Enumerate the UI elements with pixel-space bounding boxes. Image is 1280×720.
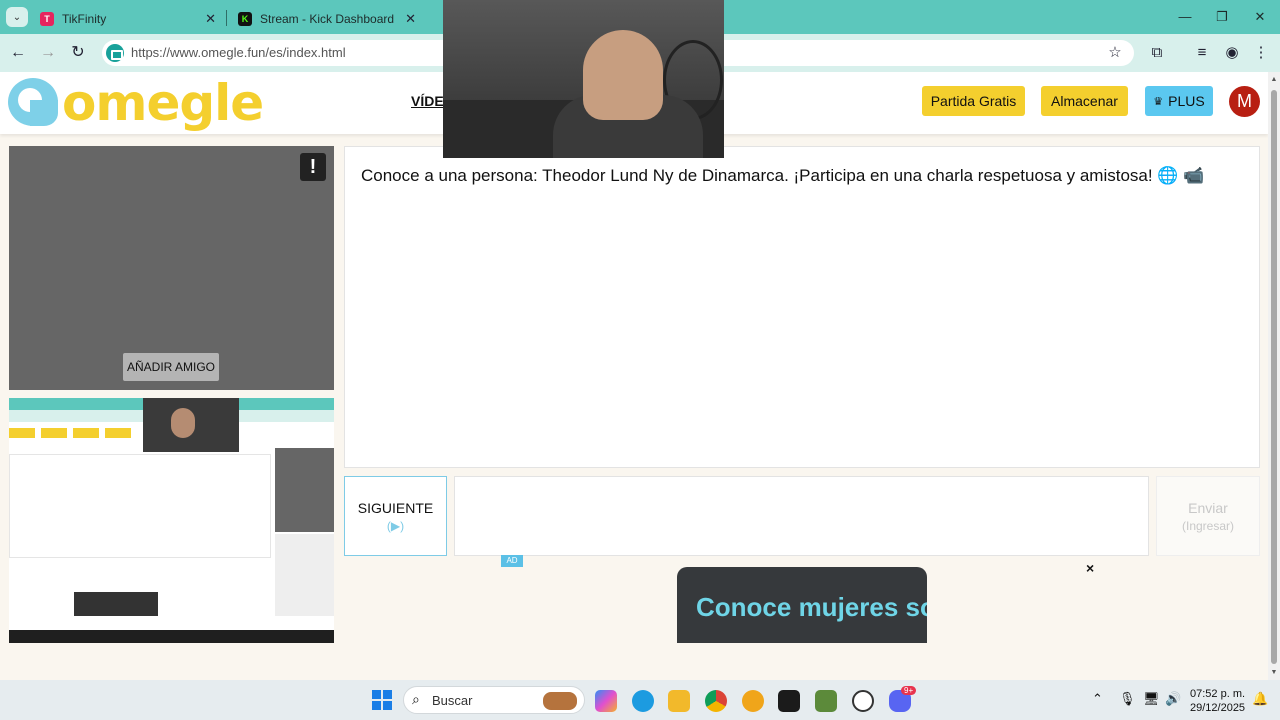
ad-badge: AD	[501, 555, 523, 567]
streamer-webcam-overlay	[443, 0, 724, 158]
back-icon[interactable]: ←	[8, 43, 28, 63]
site-logo[interactable]: omegle	[62, 74, 264, 132]
ad-banner[interactable]: Conoce mujeres solteras	[677, 567, 927, 643]
scroll-down-icon[interactable]: ▼	[1268, 667, 1280, 679]
tab-title: TikFinity	[62, 12, 107, 26]
avatar[interactable]: M	[1229, 86, 1260, 117]
tikfinity-favicon-icon: T	[40, 12, 54, 26]
windows-start-icon[interactable]	[372, 690, 392, 710]
microphone-icon[interactable]: 🎙	[1119, 691, 1136, 707]
tab-search-button[interactable]: ⌄	[6, 7, 28, 27]
send-label: Enviar	[1188, 499, 1228, 516]
next-label: SIGUIENTE	[357, 499, 434, 516]
url-text[interactable]: https://www.omegle.fun/es/index.html	[131, 45, 346, 60]
network-icon[interactable]: 🖥	[1143, 691, 1160, 707]
mirrored-button	[73, 428, 99, 438]
free-game-button[interactable]: Partida Gratis	[922, 86, 1025, 116]
edge-icon[interactable]	[632, 690, 654, 712]
close-window-icon[interactable]: ✕	[1249, 6, 1271, 28]
bookmark-star-icon[interactable]: ☆	[1105, 43, 1125, 63]
store-button[interactable]: Almacenar	[1041, 86, 1128, 116]
chat-intro-message: Conoce a una persona: Theodor Lund Ny de…	[361, 166, 1205, 185]
mirrored-chat	[9, 454, 271, 558]
next-hint: (▶)	[386, 518, 405, 533]
maximize-icon[interactable]: ❐	[1211, 6, 1233, 28]
next-button[interactable]: SIGUIENTE (▶)	[344, 476, 447, 556]
message-input[interactable]	[454, 476, 1149, 556]
plus-button[interactable]: ♛ PLUS	[1145, 86, 1213, 116]
clock-time: 07:52 p. m.	[1190, 688, 1246, 700]
terminal-icon[interactable]	[778, 690, 800, 712]
tab-divider	[226, 10, 227, 26]
discord-badge: 9+	[901, 686, 917, 695]
search-icon: ⌕	[412, 691, 420, 707]
tab-tikfinity[interactable]: T TikFinity ✕	[30, 4, 226, 34]
chrome-icon[interactable]	[705, 690, 727, 712]
site-info-icon[interactable]	[106, 44, 124, 62]
mirrored-button	[105, 428, 131, 438]
minecraft-icon[interactable]	[815, 690, 837, 712]
scroll-up-icon[interactable]: ▲	[1268, 74, 1280, 86]
close-tab-icon[interactable]: ✕	[405, 11, 416, 27]
ad-close-icon[interactable]: ×	[1086, 560, 1094, 576]
self-video	[9, 398, 334, 643]
nav-video-link[interactable]: VÍDE	[411, 93, 444, 109]
tab-kick-dashboard[interactable]: K Stream - Kick Dashboard ✕	[228, 4, 426, 34]
tab-title: Stream - Kick Dashboard	[260, 12, 395, 26]
mirrored-taskbar	[9, 630, 334, 643]
chat-log	[344, 146, 1260, 468]
minimize-icon[interactable]: —	[1174, 6, 1196, 28]
tray-overflow-icon[interactable]: ⌃	[1092, 691, 1103, 707]
close-tab-icon[interactable]: ✕	[205, 11, 216, 27]
mirrored-button	[41, 428, 67, 438]
copilot-icon[interactable]	[595, 690, 617, 712]
obs-icon[interactable]	[852, 690, 874, 712]
notification-icon[interactable]: 🔔	[1252, 691, 1268, 707]
crown-icon: ♛	[1153, 95, 1164, 108]
plus-label: PLUS	[1168, 93, 1205, 109]
send-button[interactable]: Enviar (Ingresar)	[1156, 476, 1260, 556]
clock-date: 29/12/2025	[1190, 702, 1246, 714]
mirrored-ad	[74, 592, 158, 616]
mirrored-video	[275, 448, 334, 532]
profile-icon[interactable]: ◉	[1222, 43, 1242, 63]
media-controls-icon[interactable]: ≡	[1192, 43, 1212, 63]
kick-favicon-icon: K	[238, 12, 252, 26]
volume-icon[interactable]: 🔊	[1165, 691, 1181, 707]
person-face	[583, 30, 663, 120]
mirrored-webcam	[143, 398, 239, 452]
mirrored-thumbnail	[275, 534, 334, 616]
file-explorer-icon[interactable]	[668, 690, 690, 712]
forward-icon[interactable]: →	[38, 43, 58, 63]
scroll-thumb[interactable]	[1271, 90, 1277, 664]
extensions-icon[interactable]: ⧉	[1147, 43, 1167, 63]
add-friend-button[interactable]: AÑADIR AMIGO	[123, 353, 219, 381]
report-button[interactable]: !	[300, 153, 326, 181]
menu-icon[interactable]: ⋮	[1251, 43, 1271, 63]
taskbar-clock[interactable]: 07:52 p. m. 29/12/2025	[1190, 687, 1245, 715]
reload-icon[interactable]: ↻	[68, 43, 88, 63]
ad-headline: Conoce mujeres solteras	[696, 592, 927, 622]
taskbar-search-placeholder[interactable]: Buscar	[432, 693, 472, 708]
mirrored-button	[9, 428, 35, 438]
violin-decoration-icon	[543, 692, 577, 710]
send-hint: (Ingresar)	[1181, 518, 1234, 533]
coin-app-icon[interactable]	[742, 690, 764, 712]
omegle-logo-icon[interactable]	[8, 78, 58, 126]
